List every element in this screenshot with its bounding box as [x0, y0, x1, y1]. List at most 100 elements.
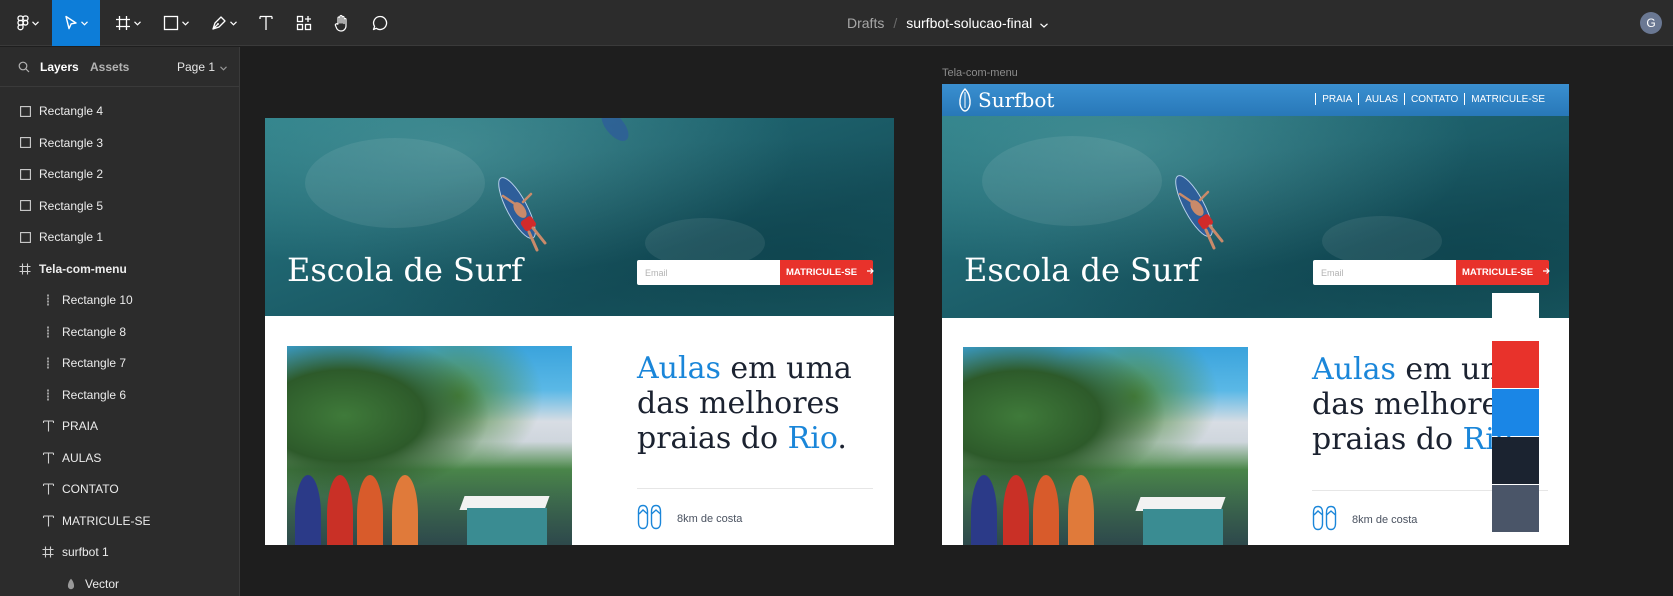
chevron-down-icon — [81, 20, 88, 26]
hand-tool-icon — [334, 14, 350, 32]
nav-aulas[interactable]: AULAS — [1365, 94, 1398, 105]
chevron-down-icon — [32, 20, 39, 26]
layer-row[interactable]: surfbot 1 — [0, 536, 239, 568]
color-swatch[interactable] — [1492, 389, 1539, 436]
chevron-down-icon[interactable] — [1040, 15, 1049, 31]
frame-tool-button[interactable] — [108, 0, 148, 46]
surfboard-icon — [959, 88, 971, 112]
layer-label: Rectangle 1 — [39, 230, 104, 244]
cta-button[interactable]: MATRICULE-SE — [780, 260, 874, 285]
layer-label: Rectangle 8 — [62, 324, 127, 339]
layers-panel: Layers Assets Page 1 Rectangle 4 Rectangl… — [0, 47, 240, 596]
layer-label: CONTATO — [62, 482, 119, 496]
layer-label: PRAIA — [62, 419, 99, 433]
layer-label: Rectangle 7 — [62, 356, 127, 370]
page-select[interactable]: Page 1 — [177, 47, 227, 87]
email-input[interactable]: Email — [1313, 260, 1456, 285]
frame-icon — [19, 263, 31, 275]
line-icon — [42, 294, 54, 306]
line-icon — [42, 357, 54, 369]
cta-button[interactable]: MATRICULE-SE — [1456, 260, 1550, 285]
hand-tool-button[interactable] — [328, 0, 356, 46]
layer-row[interactable]: Tela-com-menu — [0, 253, 239, 285]
pen-tool-button[interactable] — [204, 0, 244, 46]
divider — [637, 488, 873, 489]
figma-menu-button[interactable] — [8, 0, 48, 46]
breadcrumb: Drafts / surfbot-solucao-final — [847, 0, 1049, 46]
frame-tela-sem-menu[interactable]: Escola de Surf Email MATRICULE-SE Aulas … — [265, 118, 894, 545]
nav-links: PRAIA AULAS CONTATO MATRICULE-SE — [1309, 93, 1545, 105]
tab-assets[interactable]: Assets — [90, 47, 129, 87]
line-icon — [42, 326, 54, 338]
file-name[interactable]: surfbot-solucao-final — [906, 15, 1032, 31]
navbar: Surfbot PRAIA AULAS CONTATO MATRICULE-SE — [942, 84, 1569, 116]
search-icon[interactable] — [18, 60, 30, 78]
brand-logo[interactable]: Surfbot — [958, 88, 1054, 112]
email-input[interactable]: Email — [637, 260, 780, 285]
components-button[interactable] — [290, 0, 318, 46]
layer-row[interactable]: AULAS — [0, 442, 239, 474]
color-swatch[interactable] — [1492, 485, 1539, 532]
feature-item: 8km de costa — [637, 504, 742, 533]
nav-divider — [1464, 93, 1466, 105]
layer-label: surfbot 1 — [62, 545, 109, 559]
surfer-image — [1175, 175, 1224, 250]
pen-tool-icon — [211, 15, 227, 31]
avatar[interactable]: G — [1640, 12, 1662, 34]
frame-label[interactable]: Tela-com-menu — [942, 67, 1018, 79]
beach-photo — [287, 346, 572, 545]
layer-label: Rectangle 2 — [39, 167, 104, 181]
hero-title: Escola de Surf — [964, 251, 1200, 289]
color-swatch[interactable] — [1492, 341, 1539, 388]
layer-row[interactable]: Rectangle 8 — [0, 316, 239, 348]
frame-tela-com-menu[interactable]: Escola de Surf Email MATRICULE-SE Surfbo… — [942, 84, 1569, 545]
comment-icon — [372, 15, 388, 31]
breadcrumb-drafts[interactable]: Drafts — [847, 15, 884, 31]
layer-row[interactable]: Vector — [0, 568, 239, 596]
headline-highlight-aulas: Aulas — [637, 351, 721, 386]
feature-text: 8km de costa — [1352, 513, 1418, 526]
layer-row[interactable]: Rectangle 6 — [0, 379, 239, 411]
frame-tool-icon — [115, 15, 131, 31]
layer-row[interactable]: MATRICULE-SE — [0, 505, 239, 537]
layer-row[interactable]: Rectangle 3 — [0, 127, 239, 159]
nav-contato[interactable]: CONTATO — [1411, 94, 1458, 105]
rectangle-icon — [19, 137, 31, 149]
layer-label: MATRICULE-SE — [62, 513, 151, 528]
vector-icon — [65, 578, 77, 590]
comment-button[interactable] — [366, 0, 394, 46]
tab-layers[interactable]: Layers — [40, 47, 79, 87]
nav-praia[interactable]: PRAIA — [1322, 94, 1352, 105]
layer-row[interactable]: PRAIA — [0, 410, 239, 442]
layer-row[interactable]: Rectangle 5 — [0, 190, 239, 222]
layer-row[interactable]: Rectangle 1 — [0, 221, 239, 253]
color-swatch[interactable] — [1492, 293, 1539, 340]
rectangle-icon — [19, 200, 31, 212]
arrow-right-icon — [1542, 267, 1550, 278]
canvas[interactable]: Escola de Surf Email MATRICULE-SE Aulas … — [241, 47, 1673, 596]
layer-row[interactable]: Rectangle 10 — [0, 284, 239, 316]
toolbar: Drafts / surfbot-solucao-final G — [0, 0, 1673, 46]
page-select-label: Page 1 — [177, 60, 216, 74]
chevron-down-icon — [230, 20, 237, 26]
layer-row[interactable]: Rectangle 2 — [0, 158, 239, 190]
nav-matricule-se[interactable]: MATRICULE-SE — [1471, 94, 1545, 105]
text-icon — [42, 420, 54, 432]
layer-row[interactable]: CONTATO — [0, 473, 239, 505]
color-swatch[interactable] — [1492, 437, 1539, 484]
line-icon — [42, 389, 54, 401]
hero-image: Escola de Surf Email MATRICULE-SE — [265, 118, 894, 316]
text-tool-button[interactable] — [252, 0, 280, 46]
layer-row[interactable]: Rectangle 7 — [0, 347, 239, 379]
components-icon — [296, 15, 312, 31]
text-tool-icon — [259, 15, 273, 31]
move-tool-button[interactable] — [52, 0, 100, 46]
headline-period: . — [837, 421, 847, 456]
rectangle-tool-button[interactable] — [156, 0, 196, 46]
move-tool-icon — [64, 15, 78, 31]
flip-flops-icon — [1312, 505, 1352, 534]
nav-divider — [1404, 93, 1406, 105]
feature-item: 8km de costa — [1312, 505, 1417, 534]
nav-divider — [1358, 93, 1360, 105]
layer-row[interactable]: Rectangle 4 — [0, 95, 239, 127]
